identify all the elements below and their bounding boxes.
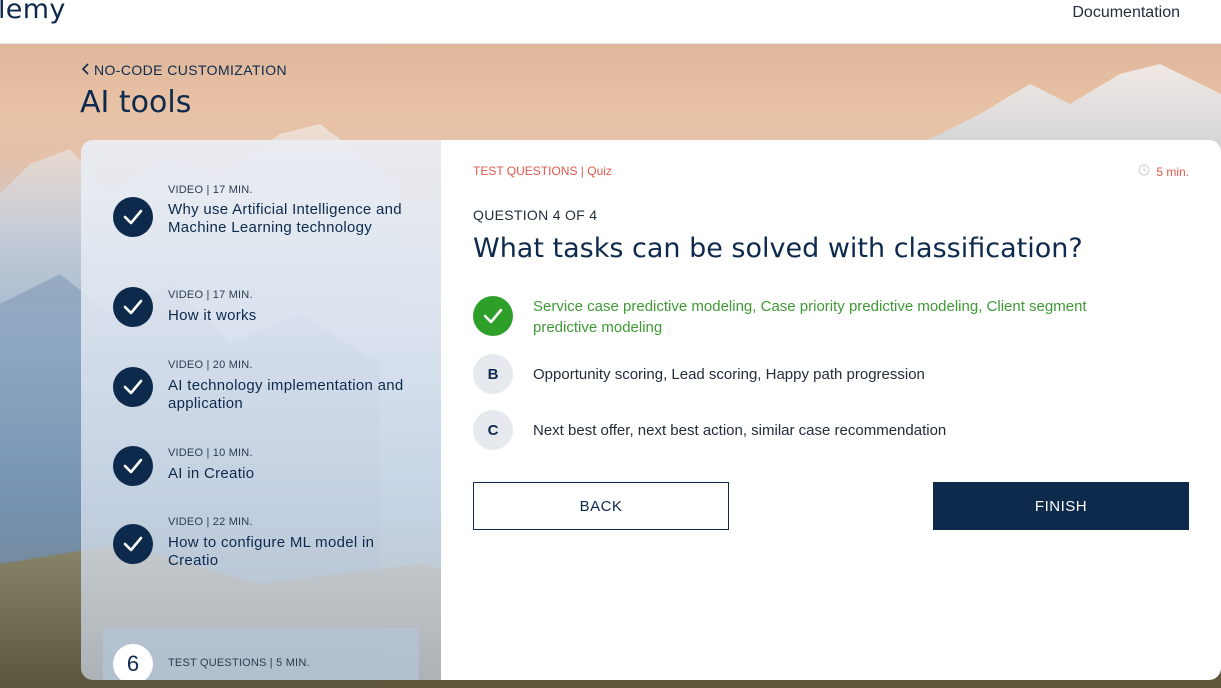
answer-option-c[interactable]: C Next best offer, next best action, sim… [473,410,1173,450]
lesson-sidebar: VIDEO | 17 MIN. Why use Artificial Intel… [81,140,441,680]
answer-text: Next best offer, next best action, simil… [533,422,947,439]
lesson-item-1[interactable]: VIDEO | 17 MIN. Why use Artificial Intel… [103,176,419,256]
logo[interactable]: lemy [0,0,66,25]
page-title: AI tools [80,85,192,120]
quiz-tag: TEST QUESTIONS | Quiz [473,164,612,178]
check-icon [113,524,153,564]
lesson-title: How to configure ML model in Creatio [168,534,375,569]
finish-button[interactable]: FINISH [933,482,1189,530]
lesson-item-5[interactable]: VIDEO | 22 MIN. How to configure ML mode… [103,506,419,572]
quiz-panel: TEST QUESTIONS | Quiz 5 min. QUESTION 4 … [441,140,1221,680]
lesson-item-4[interactable]: VIDEO | 10 MIN. AI in Creatio [103,438,419,488]
answer-option-b[interactable]: B Opportunity scoring, Lead scoring, Hap… [473,354,1173,394]
breadcrumb-label: NO-CODE CUSTOMIZATION [94,62,287,78]
lesson-meta: VIDEO | 20 MIN. [168,359,253,371]
top-bar: lemy Documentation [0,0,1221,44]
lesson-item-2[interactable]: VIDEO | 17 MIN. How it works [103,280,419,330]
check-icon [113,446,153,486]
lesson-meta: VIDEO | 17 MIN. [168,184,253,196]
lesson-title: How it works [168,307,257,324]
question-counter: QUESTION 4 OF 4 [473,207,598,223]
hero-background: NO-CODE CUSTOMIZATION AI tools VIDEO | 1… [0,44,1221,688]
lesson-title: AI in Creatio [168,465,255,482]
check-icon [113,287,153,327]
lesson-meta: VIDEO | 10 MIN. [168,447,253,459]
documentation-link[interactable]: Documentation [1072,4,1180,22]
lesson-title: AI technology implementation and applica… [168,377,404,412]
check-icon [473,296,513,336]
lesson-meta: VIDEO | 17 MIN. [168,289,253,301]
lesson-title: Why use Artificial Intelligence and Mach… [168,201,402,236]
duration-label: 5 min. [1138,164,1189,179]
duration-text: 5 min. [1156,164,1189,179]
answer-letter: C [473,410,513,450]
lesson-number-badge: 6 [113,644,153,680]
check-icon [113,367,153,407]
back-button[interactable]: BACK [473,482,729,530]
answer-text: Service case predictive modeling, Case p… [533,298,1087,336]
chevron-left-icon [81,62,90,78]
lesson-meta: VIDEO | 22 MIN. [168,516,253,528]
answer-text: Opportunity scoring, Lead scoring, Happy… [533,366,925,383]
answer-letter: B [473,354,513,394]
lesson-meta: TEST QUESTIONS | 5 MIN. [168,657,310,669]
lesson-item-3[interactable]: VIDEO | 20 MIN. AI technology implementa… [103,352,419,414]
answer-option-a[interactable]: Service case predictive modeling, Case p… [473,296,1173,338]
check-icon [113,197,153,237]
clock-icon [1138,164,1150,179]
question-text: What tasks can be solved with classifica… [473,233,1083,264]
breadcrumb-back-link[interactable]: NO-CODE CUSTOMIZATION [81,62,287,78]
lesson-item-6[interactable]: 6 TEST QUESTIONS | 5 MIN. [103,628,419,680]
course-card: VIDEO | 17 MIN. Why use Artificial Intel… [81,140,1221,680]
